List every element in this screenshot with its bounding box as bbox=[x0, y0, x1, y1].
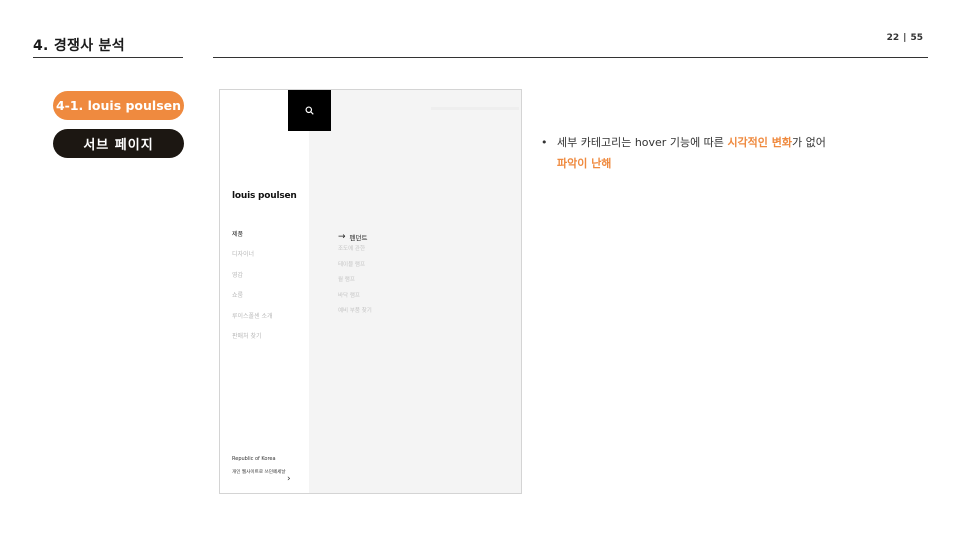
note-highlight-visual-change: 시각적인 변화 bbox=[727, 136, 792, 149]
store-link[interactable]: 개인 웹사이트로 쓰던페세날 bbox=[232, 469, 286, 475]
brand-label-pill: 4-1. louis poulsen bbox=[53, 91, 184, 120]
submenu-item[interactable]: 월 램프 bbox=[338, 276, 372, 292]
analysis-note: • 세부 카테고리는 hover 기능에 따른 시각적인 변화가 없어 파악이 난… bbox=[541, 132, 921, 174]
page-total: 55 bbox=[910, 33, 923, 43]
note-text-after: 가 없어 bbox=[792, 136, 826, 149]
submenu-item[interactable]: 바닥 램프 bbox=[338, 292, 372, 308]
menu-item-products[interactable]: 제품 bbox=[232, 231, 273, 251]
arrow-right-icon: → bbox=[338, 231, 346, 242]
main-menu: 제품 디자이너 영감 쇼룸 루이스폴센 소개 판매처 찾기 bbox=[232, 231, 273, 353]
note-highlight-hard-to-grasp: 파악이 난해 bbox=[557, 157, 612, 170]
title-underline bbox=[33, 57, 183, 58]
submenu-title: 펜던트 bbox=[349, 234, 368, 242]
page-label-pill: 서브 페이지 bbox=[53, 129, 184, 158]
menu-item-find-retailer[interactable]: 판매처 찾기 bbox=[232, 333, 273, 353]
section-title: 4. 경쟁사 분석 bbox=[33, 38, 125, 54]
faded-nav-bar bbox=[431, 107, 519, 110]
menu-item-inspiration[interactable]: 영감 bbox=[232, 272, 273, 292]
page-current: 22 bbox=[886, 33, 900, 43]
submenu-item[interactable]: 조도에 관한 bbox=[338, 245, 372, 261]
header-divider bbox=[213, 57, 928, 58]
menu-item-showroom[interactable]: 쇼룸 bbox=[232, 292, 273, 312]
submenu-item[interactable]: 테이블 램프 bbox=[338, 261, 372, 277]
submenu: → 펜던트 조도에 관한 테이블 램프 월 램프 바닥 램프 예비 부품 찾기 bbox=[338, 229, 372, 323]
search-icon bbox=[305, 106, 314, 115]
menu-item-designers[interactable]: 디자이너 bbox=[232, 251, 273, 271]
website-screenshot: louis poulsen 제품 디자이너 영감 쇼룸 루이스폴센 소개 판매처… bbox=[219, 89, 522, 494]
submenu-header[interactable]: → 펜던트 bbox=[338, 229, 372, 245]
submenu-item[interactable]: 예비 부품 찾기 bbox=[338, 307, 372, 323]
menu-item-about[interactable]: 루이스폴센 소개 bbox=[232, 313, 273, 333]
search-button[interactable] bbox=[288, 90, 331, 131]
note-text-before: 세부 카테고리는 hover 기능에 따른 bbox=[557, 136, 728, 149]
page-separator: | bbox=[903, 33, 907, 43]
country-selector[interactable]: Republic of Korea bbox=[232, 456, 276, 462]
page-number: 22 | 55 bbox=[887, 33, 923, 43]
chevron-right-icon[interactable]: › bbox=[287, 475, 291, 484]
site-logo[interactable]: louis poulsen bbox=[232, 191, 297, 201]
bullet-icon: • bbox=[541, 136, 548, 149]
